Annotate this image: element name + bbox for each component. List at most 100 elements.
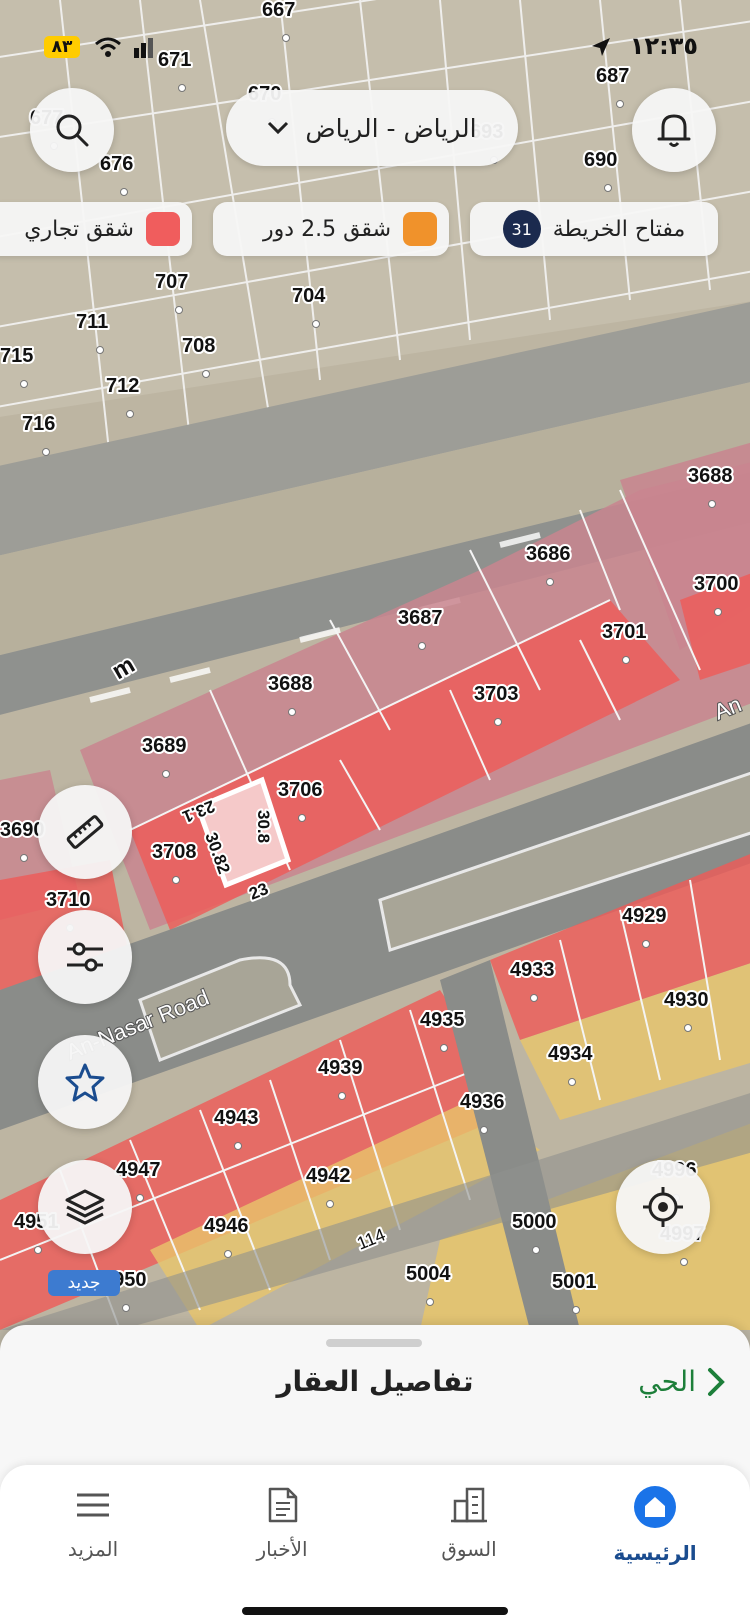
new-badge: جديد [48, 1270, 120, 1296]
plot-center-dot[interactable] [572, 1306, 580, 1314]
legend-swatch-orange [403, 212, 437, 246]
plot-center-dot[interactable] [136, 1194, 144, 1202]
plot-dim-right: 30.8 [254, 810, 273, 843]
plot-center-dot[interactable] [288, 708, 296, 716]
plot-number-label: 3708 [152, 841, 197, 863]
plot-number-label: 708 [182, 335, 215, 357]
plot-number-label: 716 [22, 413, 55, 435]
plot-center-dot[interactable] [298, 814, 306, 822]
legend-item-apartments[interactable]: شقق 2.5 دور [213, 202, 449, 256]
sheet-grab-handle[interactable] [326, 1339, 422, 1347]
filter-button[interactable] [38, 910, 132, 1004]
plot-center-dot[interactable] [34, 1246, 42, 1254]
map-legend-button[interactable]: 31 مفتاح الخريطة [470, 202, 718, 256]
plot-center-dot[interactable] [604, 184, 612, 192]
plot-center-dot[interactable] [20, 854, 28, 862]
plot-center-dot[interactable] [418, 642, 426, 650]
layers-icon [65, 1189, 105, 1225]
plot-center-dot[interactable] [338, 1092, 346, 1100]
search-button[interactable] [30, 88, 114, 172]
plot-center-dot[interactable] [172, 876, 180, 884]
plot-center-dot[interactable] [312, 320, 320, 328]
plot-center-dot[interactable] [126, 410, 134, 418]
district-link[interactable]: الحي [638, 1365, 726, 1398]
tab-bar: الرئيسية السوق الأخبار المزيد [0, 1465, 750, 1621]
plot-center-dot[interactable] [224, 1250, 232, 1258]
bell-icon [657, 114, 691, 147]
plot-number-label: 4943 [214, 1107, 259, 1129]
location-label: الرياض - الرياض [305, 113, 477, 143]
chevron-down-icon [268, 121, 289, 135]
measure-button[interactable] [38, 785, 132, 879]
buildings-icon [451, 1487, 487, 1523]
plot-center-dot[interactable] [622, 656, 630, 664]
plot-center-dot[interactable] [175, 306, 183, 314]
plot-number-label: 5000 [512, 1211, 557, 1233]
plot-center-dot[interactable] [42, 448, 50, 456]
plot-center-dot[interactable] [202, 370, 210, 378]
layers-button[interactable] [38, 1160, 132, 1254]
favorites-button[interactable] [38, 1035, 132, 1129]
plot-number-label: 711 [76, 311, 108, 333]
map-canvas[interactable]: 6676716706776766936876907077047117087157… [0, 0, 750, 1330]
signal-icon [134, 38, 153, 58]
plot-number-label: 704 [292, 285, 326, 307]
plot-center-dot[interactable] [122, 1304, 130, 1312]
legend-key-label: مفتاح الخريطة [552, 216, 686, 242]
plot-center-dot[interactable] [680, 1258, 688, 1266]
plot-center-dot[interactable] [642, 940, 650, 948]
battery-indicator: ٨٣ [44, 36, 80, 58]
plot-center-dot[interactable] [568, 1078, 576, 1086]
plot-number-label: 4933 [510, 959, 555, 981]
location-selector[interactable]: الرياض - الرياض [226, 90, 518, 166]
plot-center-dot[interactable] [426, 1298, 434, 1306]
plot-center-dot[interactable] [480, 1126, 488, 1134]
plot-center-dot[interactable] [178, 84, 186, 92]
notifications-button[interactable] [632, 88, 716, 172]
tab-news[interactable]: الأخبار [217, 1485, 347, 1561]
plot-center-dot[interactable] [120, 188, 128, 196]
legend-swatch-red [146, 212, 180, 246]
tab-label: الرئيسية [613, 1541, 697, 1565]
plot-number-label: 712 [106, 375, 139, 397]
legend-item-commercial[interactable]: شقق تجاري [0, 202, 192, 256]
plot-center-dot[interactable] [326, 1200, 334, 1208]
plot-center-dot[interactable] [162, 770, 170, 778]
plot-number-label: 3688 [268, 673, 313, 695]
plot-center-dot[interactable] [708, 500, 716, 508]
plot-number-label: 4936 [460, 1091, 505, 1113]
plot-number-label: 3689 [142, 735, 187, 757]
tab-label: السوق [441, 1537, 497, 1561]
plot-center-dot[interactable] [546, 578, 554, 586]
legend-item-label: شقق 2.5 دور [263, 216, 391, 242]
chevron-right-icon [708, 1367, 725, 1396]
plot-center-dot[interactable] [494, 718, 502, 726]
my-location-button[interactable] [616, 1160, 710, 1254]
plot-center-dot[interactable] [684, 1024, 692, 1032]
plot-number-label: 3700 [694, 573, 739, 595]
ruler-icon [66, 815, 104, 849]
plot-number-label: 3688 [688, 465, 733, 487]
tab-market[interactable]: السوق [404, 1485, 534, 1561]
plot-number-label: 4947 [116, 1159, 161, 1181]
sliders-icon [67, 942, 103, 972]
tab-more[interactable]: المزيد [28, 1485, 158, 1561]
plot-number-label: 4929 [622, 905, 667, 927]
plot-center-dot[interactable] [20, 380, 28, 388]
plot-center-dot[interactable] [714, 608, 722, 616]
plot-number-label: 4939 [318, 1057, 363, 1079]
plot-center-dot[interactable] [530, 994, 538, 1002]
plot-center-dot[interactable] [96, 346, 104, 354]
plot-center-dot[interactable] [616, 100, 624, 108]
plot-center-dot[interactable] [532, 1246, 540, 1254]
legend-item-label: شقق تجاري [24, 216, 134, 242]
tab-home[interactable]: الرئيسية [590, 1485, 720, 1565]
wifi-icon [95, 37, 121, 57]
plot-number-label: 5004 [406, 1263, 451, 1285]
plot-number-label: 676 [100, 153, 133, 175]
star-icon [65, 1063, 105, 1102]
plot-number-label: 3686 [526, 543, 571, 565]
plot-center-dot[interactable] [440, 1044, 448, 1052]
plot-center-dot[interactable] [234, 1142, 242, 1150]
plot-number-label: 690 [584, 149, 617, 171]
